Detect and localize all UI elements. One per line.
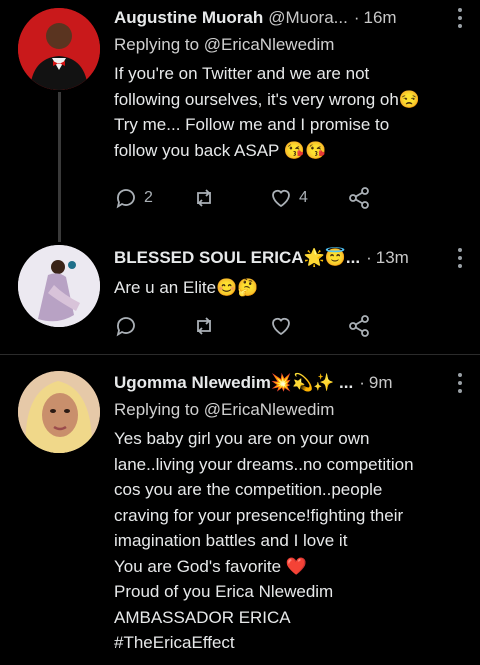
reply-icon <box>116 189 135 209</box>
reply-count: 2 <box>144 189 153 206</box>
like-icon <box>272 317 290 336</box>
author-name[interactable]: BLESSED SOUL ERICA🌟😇... <box>114 248 360 268</box>
replying-handle[interactable]: @EricaNlewedim <box>204 35 335 54</box>
share-icon <box>348 315 369 337</box>
author-name[interactable]: Augustine Muorah <box>114 8 263 28</box>
more-icon[interactable] <box>458 8 462 32</box>
retweet-button[interactable] <box>192 184 270 212</box>
tweet-2[interactable]: BLESSED SOUL ERICA🌟😇... · 13m Are u an E… <box>0 230 480 354</box>
separator-dot: · <box>359 373 365 392</box>
replying-label: Replying to <box>114 400 200 419</box>
avatar-image <box>18 8 100 90</box>
tweet-header: BLESSED SOUL ERICA🌟😇... · 13m <box>114 247 470 269</box>
author-name[interactable]: Ugomma Nlewedim💥💫✨ ... <box>114 373 353 393</box>
thread-line <box>58 92 61 242</box>
separator-dot: · <box>366 248 372 267</box>
like-button[interactable] <box>269 312 347 340</box>
avatar-ugomma[interactable] <box>18 371 100 453</box>
tweet-1[interactable]: Augustine Muorah @Muora... · 16m Replyin… <box>0 0 480 242</box>
more-icon[interactable] <box>458 373 462 397</box>
tweet-3[interactable]: Ugomma Nlewedim💥💫✨ ... · 9m Replying to … <box>0 355 480 665</box>
tweet-text: Yes baby girl you are on your own lane..… <box>114 429 414 652</box>
share-icon <box>348 187 369 209</box>
replying-handle[interactable]: @EricaNlewedim <box>204 400 335 419</box>
share-button[interactable] <box>347 184 425 212</box>
retweet-button[interactable] <box>192 312 270 340</box>
tweet-text: Are u an Elite😊🤔 <box>114 278 259 297</box>
avatar-blessed-soul[interactable] <box>18 245 100 327</box>
like-count: 4 <box>299 189 308 206</box>
tweet-text: If you're on Twitter and we are not foll… <box>114 64 420 160</box>
replying-to: Replying to @EricaNlewedim <box>114 35 470 55</box>
share-button[interactable] <box>347 312 425 340</box>
reply-icon <box>116 317 135 337</box>
retweet-icon <box>196 189 211 207</box>
tweet-time[interactable]: 13m <box>376 248 409 268</box>
tweet-time[interactable]: 16m <box>364 8 397 28</box>
reply-button[interactable] <box>114 312 192 340</box>
author-handle[interactable]: @Muora... <box>268 8 348 28</box>
replying-to: Replying to @EricaNlewedim <box>114 400 470 420</box>
tweet-header: Augustine Muorah @Muora... · 16m <box>114 7 470 29</box>
like-button[interactable]: 4 <box>269 184 347 212</box>
separator-dot: · <box>353 8 360 27</box>
avatar-image <box>18 245 100 327</box>
reply-button[interactable]: 2 <box>114 184 192 212</box>
avatar-image <box>18 371 100 453</box>
tweet-header: Ugomma Nlewedim💥💫✨ ... · 9m <box>114 372 470 394</box>
tweet-time[interactable]: 9m <box>369 373 393 393</box>
replying-label: Replying to <box>114 35 200 54</box>
avatar-augustine[interactable] <box>18 8 100 90</box>
retweet-icon <box>196 317 211 335</box>
like-icon <box>272 189 290 208</box>
more-icon[interactable] <box>458 248 462 272</box>
